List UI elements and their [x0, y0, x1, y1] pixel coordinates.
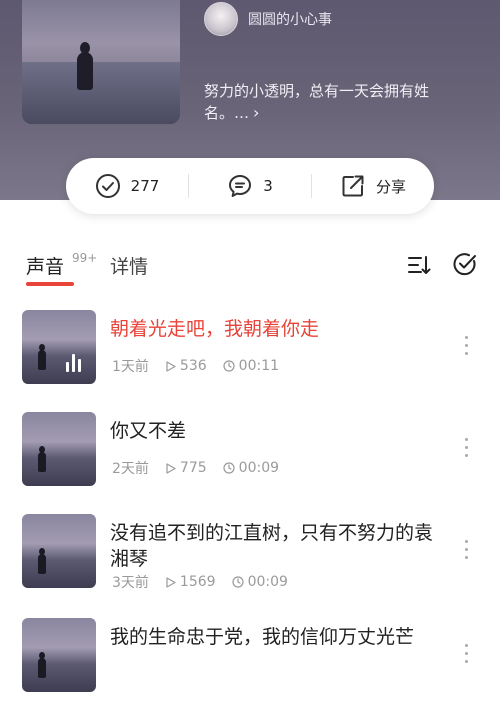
like-button[interactable]: 277: [66, 173, 188, 199]
thumb-figure: [38, 344, 46, 370]
stats-bar: 277 3 分享: [66, 158, 434, 214]
tab-active-indicator: [26, 282, 74, 286]
track-duration: 00:09: [223, 460, 279, 476]
track-plays: 536: [165, 358, 207, 374]
track-duration: 00:09: [231, 574, 288, 590]
track-duration: 00:11: [223, 358, 279, 374]
play-count: 536: [179, 358, 207, 374]
play-icon: [166, 360, 176, 372]
content-tabs: 声音 99+ 详情: [22, 248, 478, 286]
playing-bars-icon: [66, 354, 81, 372]
track-age: 1天前: [112, 359, 149, 375]
list-item[interactable]: 没有追不到的江直树，只有不努力的袁湘琴 3天前 1569 00:09: [0, 504, 500, 608]
play-icon: [166, 576, 176, 588]
track-meta: 3天前 1569 00:09: [112, 572, 304, 592]
play-icon: [166, 462, 176, 474]
track-meta: 1天前 536 00:11: [112, 356, 295, 376]
clock-icon: [231, 576, 244, 588]
cover-figure: [77, 42, 93, 90]
track-thumbnail[interactable]: [22, 412, 96, 486]
more-vertical-icon[interactable]: [462, 438, 470, 460]
thumb-figure: [38, 548, 46, 574]
track-thumbnail[interactable]: [22, 514, 96, 588]
comment-button[interactable]: 3: [189, 173, 311, 199]
track-list: 朝着光走吧，我朝着你走 1天前 536 00:11 你又不差 2天前 775 0…: [0, 300, 500, 710]
more-vertical-icon[interactable]: [462, 644, 470, 666]
author-name[interactable]: 圆圆的小心事: [248, 9, 332, 29]
track-title[interactable]: 你又不差: [110, 418, 440, 444]
list-item[interactable]: 我的生命忠于党，我的信仰万丈光芒: [0, 608, 500, 710]
play-count: 1569: [179, 574, 216, 590]
track-plays: 1569: [165, 574, 216, 590]
comment-count: 3: [263, 177, 273, 195]
track-title[interactable]: 朝着光走吧，我朝着你走: [110, 316, 440, 342]
list-item[interactable]: 朝着光走吧，我朝着你走 1天前 536 00:11: [0, 300, 500, 402]
share-label: 分享: [375, 177, 406, 196]
clock-icon: [223, 360, 235, 372]
track-plays: 775: [165, 460, 207, 476]
chevron-right-icon[interactable]: ›: [253, 102, 259, 124]
thumb-figure: [38, 652, 46, 678]
more-vertical-icon[interactable]: [462, 540, 470, 562]
duration-text: 00:11: [238, 358, 280, 374]
avatar[interactable]: [204, 2, 238, 36]
track-thumbnail[interactable]: [22, 618, 96, 692]
track-age: 2天前: [112, 461, 149, 477]
album-description[interactable]: 努力的小透明，总有一天会拥有姓名。… ›: [204, 80, 464, 124]
tab-sound-label: 声音: [26, 256, 65, 278]
duration-text: 00:09: [247, 574, 288, 590]
tab-sound-count: 99+: [72, 251, 98, 265]
album-cover: [22, 0, 180, 124]
thumb-figure: [38, 446, 46, 472]
more-vertical-icon[interactable]: [462, 336, 470, 358]
check-circle-icon: [95, 174, 120, 198]
clock-icon: [223, 462, 235, 474]
track-title[interactable]: 我的生命忠于党，我的信仰万丈光芒: [110, 624, 440, 650]
cover-sea: [22, 62, 180, 124]
chat-bubble-icon: [229, 175, 252, 197]
like-count: 277: [130, 177, 160, 195]
share-button[interactable]: 分享: [312, 173, 434, 199]
tab-detail[interactable]: 详情: [110, 252, 148, 279]
author-row[interactable]: 圆圆的小心事: [204, 2, 332, 36]
track-title[interactable]: 没有追不到的江直树，只有不努力的袁湘琴: [110, 520, 440, 572]
duration-text: 00:09: [238, 460, 280, 476]
play-count: 775: [179, 460, 207, 476]
share-arrow-icon: [342, 175, 364, 197]
list-item[interactable]: 你又不差 2天前 775 00:09: [0, 402, 500, 504]
sort-icon[interactable]: [406, 252, 432, 278]
track-age: 3天前: [112, 575, 149, 591]
track-thumbnail[interactable]: [22, 310, 96, 384]
description-text: 努力的小透明，总有一天会拥有姓名。…: [204, 82, 430, 122]
check-circle-icon[interactable]: [452, 251, 478, 277]
tab-sound[interactable]: 声音: [26, 252, 74, 286]
track-meta: 2天前 775 00:09: [112, 458, 295, 478]
